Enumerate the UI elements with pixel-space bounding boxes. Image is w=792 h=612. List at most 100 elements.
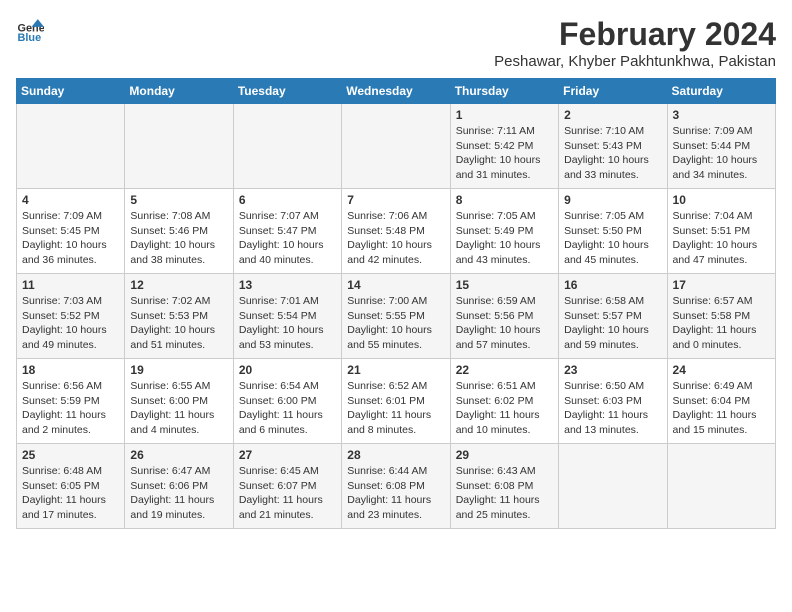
calendar-cell: 3 Sunrise: 7:09 AMSunset: 5:44 PMDaylight… bbox=[667, 104, 775, 189]
calendar-cell: 14Sunrise: 7:00 AMSunset: 5:55 PMDayligh… bbox=[342, 274, 450, 359]
day-number: 28 bbox=[347, 448, 444, 462]
day-number: 12 bbox=[130, 278, 227, 292]
day-info: Sunrise: 6:44 AMSunset: 6:08 PMDaylight:… bbox=[347, 464, 444, 523]
day-number: 13 bbox=[239, 278, 336, 292]
day-info: Sunrise: 7:11 AMSunset: 5:42 PMDaylight:… bbox=[456, 124, 553, 183]
day-number: 10 bbox=[673, 193, 770, 207]
day-info: Sunrise: 6:55 AMSunset: 6:00 PMDaylight:… bbox=[130, 379, 227, 438]
calendar-cell bbox=[342, 104, 450, 189]
day-number: 8 bbox=[456, 193, 553, 207]
calendar-week-row: 25 Sunrise: 6:48 AMSunset: 6:05 PMDayligh… bbox=[17, 444, 776, 529]
day-number: 25 bbox=[22, 448, 119, 462]
calendar-cell: 12 Sunrise: 7:02 AMSunset: 5:53 PMDayligh… bbox=[125, 274, 233, 359]
day-number: 17 bbox=[673, 278, 770, 292]
weekday-header-sunday: Sunday bbox=[17, 79, 125, 104]
day-info: Sunrise: 6:49 AMSunset: 6:04 PMDaylight:… bbox=[673, 379, 770, 438]
calendar-cell: 11 Sunrise: 7:03 AMSunset: 5:52 PMDayligh… bbox=[17, 274, 125, 359]
day-number: 16 bbox=[564, 278, 661, 292]
location-subtitle: Peshawar, Khyber Pakhtunkhwa, Pakistan bbox=[494, 53, 776, 70]
calendar-cell: 19 Sunrise: 6:55 AMSunset: 6:00 PMDayligh… bbox=[125, 359, 233, 444]
calendar-cell: 9 Sunrise: 7:05 AMSunset: 5:50 PMDaylight… bbox=[559, 189, 667, 274]
calendar-cell: 15 Sunrise: 6:59 AMSunset: 5:56 PMDayligh… bbox=[450, 274, 558, 359]
day-info: Sunrise: 7:05 AMSunset: 5:49 PMDaylight:… bbox=[456, 209, 553, 268]
calendar-cell: 16Sunrise: 6:58 AMSunset: 5:57 PMDayligh… bbox=[559, 274, 667, 359]
calendar-cell: 26Sunrise: 6:47 AMSunset: 6:06 PMDayligh… bbox=[125, 444, 233, 529]
day-number: 20 bbox=[239, 363, 336, 377]
day-info: Sunrise: 6:48 AMSunset: 6:05 PMDaylight:… bbox=[22, 464, 119, 523]
calendar-cell: 17 Sunrise: 6:57 AMSunset: 5:58 PMDayligh… bbox=[667, 274, 775, 359]
calendar-cell: 20Sunrise: 6:54 AMSunset: 6:00 PMDayligh… bbox=[233, 359, 341, 444]
weekday-header-monday: Monday bbox=[125, 79, 233, 104]
calendar-week-row: 18 Sunrise: 6:56 AMSunset: 5:59 PMDayligh… bbox=[17, 359, 776, 444]
day-info: Sunrise: 6:50 AMSunset: 6:03 PMDaylight:… bbox=[564, 379, 661, 438]
calendar-cell bbox=[559, 444, 667, 529]
svg-text:Blue: Blue bbox=[18, 32, 42, 44]
day-number: 27 bbox=[239, 448, 336, 462]
day-info: Sunrise: 7:04 AMSunset: 5:51 PMDaylight:… bbox=[673, 209, 770, 268]
calendar-cell bbox=[233, 104, 341, 189]
calendar-cell: 27 Sunrise: 6:45 AMSunset: 6:07 PMDayligh… bbox=[233, 444, 341, 529]
weekday-header-row: SundayMondayTuesdayWednesdayThursdayFrid… bbox=[17, 79, 776, 104]
day-number: 14 bbox=[347, 278, 444, 292]
calendar-cell: 8 Sunrise: 7:05 AMSunset: 5:49 PMDaylight… bbox=[450, 189, 558, 274]
calendar-cell: 22Sunrise: 6:51 AMSunset: 6:02 PMDayligh… bbox=[450, 359, 558, 444]
calendar-cell: 29 Sunrise: 6:43 AMSunset: 6:08 PMDayligh… bbox=[450, 444, 558, 529]
day-number: 3 bbox=[673, 108, 770, 122]
calendar-cell: 10 Sunrise: 7:04 AMSunset: 5:51 PMDayligh… bbox=[667, 189, 775, 274]
weekday-header-tuesday: Tuesday bbox=[233, 79, 341, 104]
logo: General Blue bbox=[16, 16, 44, 44]
month-year-title: February 2024 bbox=[494, 16, 776, 53]
day-info: Sunrise: 7:05 AMSunset: 5:50 PMDaylight:… bbox=[564, 209, 661, 268]
calendar-cell: 7Sunrise: 7:06 AMSunset: 5:48 PMDaylight… bbox=[342, 189, 450, 274]
day-number: 15 bbox=[456, 278, 553, 292]
day-info: Sunrise: 6:47 AMSunset: 6:06 PMDaylight:… bbox=[130, 464, 227, 523]
day-number: 9 bbox=[564, 193, 661, 207]
calendar-table: SundayMondayTuesdayWednesdayThursdayFrid… bbox=[16, 78, 776, 529]
day-info: Sunrise: 7:02 AMSunset: 5:53 PMDaylight:… bbox=[130, 294, 227, 353]
day-info: Sunrise: 6:57 AMSunset: 5:58 PMDaylight:… bbox=[673, 294, 770, 353]
calendar-cell: 18 Sunrise: 6:56 AMSunset: 5:59 PMDayligh… bbox=[17, 359, 125, 444]
day-number: 1 bbox=[456, 108, 553, 122]
day-info: Sunrise: 7:09 AMSunset: 5:45 PMDaylight:… bbox=[22, 209, 119, 268]
day-number: 18 bbox=[22, 363, 119, 377]
day-number: 11 bbox=[22, 278, 119, 292]
day-info: Sunrise: 7:06 AMSunset: 5:48 PMDaylight:… bbox=[347, 209, 444, 268]
calendar-cell: 21 Sunrise: 6:52 AMSunset: 6:01 PMDayligh… bbox=[342, 359, 450, 444]
calendar-cell: 28 Sunrise: 6:44 AMSunset: 6:08 PMDayligh… bbox=[342, 444, 450, 529]
calendar-cell: 2 Sunrise: 7:10 AMSunset: 5:43 PMDaylight… bbox=[559, 104, 667, 189]
day-number: 23 bbox=[564, 363, 661, 377]
title-area: February 2024 Peshawar, Khyber Pakhtunkh… bbox=[494, 16, 776, 70]
day-number: 4 bbox=[22, 193, 119, 207]
day-number: 21 bbox=[347, 363, 444, 377]
weekday-header-wednesday: Wednesday bbox=[342, 79, 450, 104]
weekday-header-saturday: Saturday bbox=[667, 79, 775, 104]
day-info: Sunrise: 6:43 AMSunset: 6:08 PMDaylight:… bbox=[456, 464, 553, 523]
day-info: Sunrise: 6:59 AMSunset: 5:56 PMDaylight:… bbox=[456, 294, 553, 353]
day-number: 2 bbox=[564, 108, 661, 122]
day-number: 29 bbox=[456, 448, 553, 462]
calendar-week-row: 11 Sunrise: 7:03 AMSunset: 5:52 PMDayligh… bbox=[17, 274, 776, 359]
day-info: Sunrise: 7:10 AMSunset: 5:43 PMDaylight:… bbox=[564, 124, 661, 183]
weekday-header-thursday: Thursday bbox=[450, 79, 558, 104]
day-info: Sunrise: 7:07 AMSunset: 5:47 PMDaylight:… bbox=[239, 209, 336, 268]
day-info: Sunrise: 7:09 AMSunset: 5:44 PMDaylight:… bbox=[673, 124, 770, 183]
calendar-cell bbox=[17, 104, 125, 189]
calendar-cell: 5 Sunrise: 7:08 AMSunset: 5:46 PMDaylight… bbox=[125, 189, 233, 274]
day-number: 5 bbox=[130, 193, 227, 207]
day-info: Sunrise: 7:03 AMSunset: 5:52 PMDaylight:… bbox=[22, 294, 119, 353]
day-number: 24 bbox=[673, 363, 770, 377]
day-info: Sunrise: 6:51 AMSunset: 6:02 PMDaylight:… bbox=[456, 379, 553, 438]
day-number: 6 bbox=[239, 193, 336, 207]
calendar-week-row: 1 Sunrise: 7:11 AMSunset: 5:42 PMDaylight… bbox=[17, 104, 776, 189]
calendar-cell bbox=[125, 104, 233, 189]
calendar-cell: 1 Sunrise: 7:11 AMSunset: 5:42 PMDaylight… bbox=[450, 104, 558, 189]
day-info: Sunrise: 6:56 AMSunset: 5:59 PMDaylight:… bbox=[22, 379, 119, 438]
calendar-cell: 23 Sunrise: 6:50 AMSunset: 6:03 PMDayligh… bbox=[559, 359, 667, 444]
day-info: Sunrise: 7:08 AMSunset: 5:46 PMDaylight:… bbox=[130, 209, 227, 268]
calendar-cell: 13 Sunrise: 7:01 AMSunset: 5:54 PMDayligh… bbox=[233, 274, 341, 359]
day-number: 19 bbox=[130, 363, 227, 377]
day-info: Sunrise: 6:45 AMSunset: 6:07 PMDaylight:… bbox=[239, 464, 336, 523]
calendar-cell: 4 Sunrise: 7:09 AMSunset: 5:45 PMDaylight… bbox=[17, 189, 125, 274]
day-info: Sunrise: 7:01 AMSunset: 5:54 PMDaylight:… bbox=[239, 294, 336, 353]
day-info: Sunrise: 6:52 AMSunset: 6:01 PMDaylight:… bbox=[347, 379, 444, 438]
